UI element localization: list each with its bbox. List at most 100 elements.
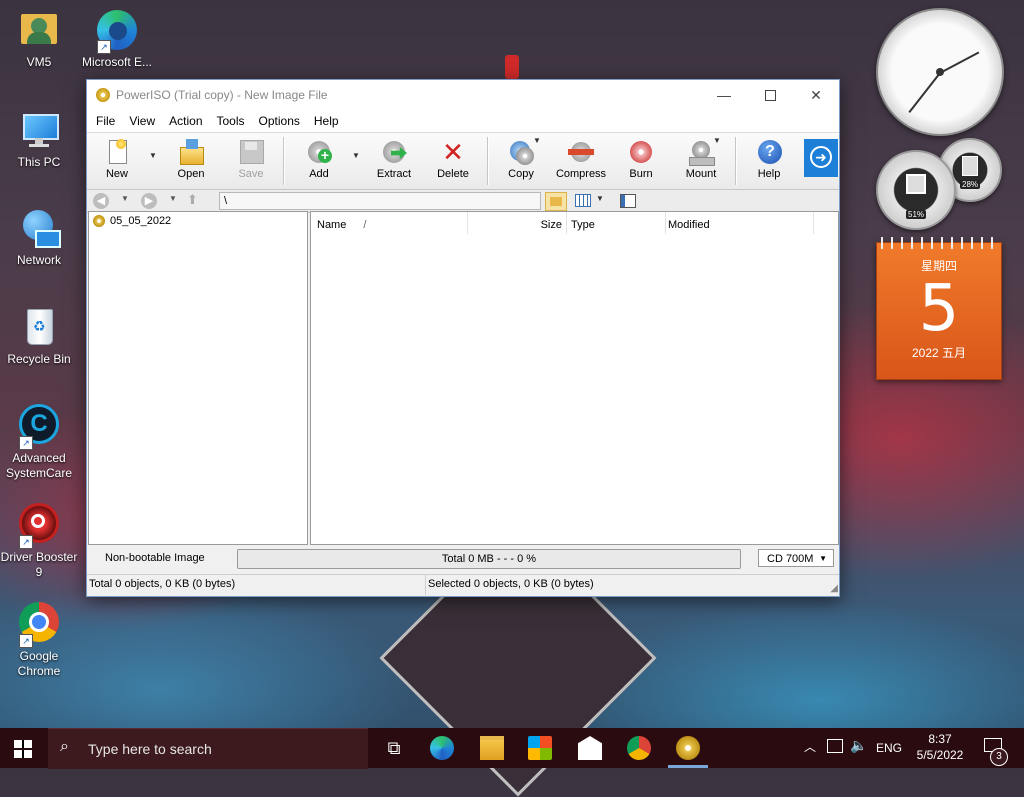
mount-label: Mount: [685, 168, 717, 180]
delete-icon: ✕: [442, 137, 464, 167]
desktop-icon-label: Recycle Bin: [7, 352, 71, 366]
status-divider: [425, 575, 426, 595]
mail-icon[interactable]: [578, 736, 602, 760]
chrome-taskbar-icon[interactable]: [627, 736, 651, 760]
back-dropdown-icon[interactable]: ▼: [121, 194, 129, 203]
view-mode-icon[interactable]: [575, 194, 591, 207]
copy-dropdown-icon[interactable]: ▼: [533, 136, 541, 145]
desktop-icon-this-pc[interactable]: This PC: [0, 108, 78, 170]
edge-taskbar-icon[interactable]: [430, 736, 454, 760]
calendar-rings: [877, 237, 1001, 249]
back-icon[interactable]: ◀: [93, 193, 109, 209]
column-modified[interactable]: Modified: [666, 212, 814, 234]
mount-dropdown-icon[interactable]: ▼: [713, 136, 721, 145]
clock-gadget[interactable]: [876, 8, 1004, 136]
tree-pane[interactable]: 05_05_2022: [88, 211, 308, 545]
menu-file[interactable]: File: [89, 114, 122, 128]
menu-options[interactable]: Options: [252, 114, 307, 128]
delete-button[interactable]: ✕ Delete: [433, 136, 473, 186]
preview-pane-icon[interactable]: [620, 194, 636, 208]
address-path-input[interactable]: \: [219, 192, 541, 210]
open-label: Open: [177, 168, 205, 180]
desktop-icon-label: This PC: [17, 155, 61, 169]
disc-image-icon: [93, 215, 105, 227]
cpu-meter-gadget[interactable]: 51%: [876, 150, 956, 230]
desktop-icon-label: Google Chrome: [17, 649, 61, 678]
new-dropdown-icon[interactable]: ▼: [149, 151, 157, 160]
mount-drive-icon: [688, 139, 715, 166]
save-button[interactable]: Save: [231, 136, 271, 186]
status-bar: Total 0 objects, 0 KB (0 bytes) Selected…: [87, 574, 839, 595]
column-size[interactable]: Size: [468, 212, 567, 234]
media-type-value: CD 700M: [767, 553, 814, 565]
view-mode-dropdown-icon[interactable]: ▼: [596, 194, 604, 203]
close-icon: ✕: [810, 86, 822, 103]
total-objects-status: Total 0 objects, 0 KB (0 bytes): [89, 578, 236, 590]
forward-dropdown-icon[interactable]: ▼: [169, 194, 177, 203]
calendar-gadget[interactable]: 星期四 5 2022 五月: [876, 237, 1002, 380]
sort-indicator: /: [363, 219, 367, 231]
folder-view-toggle[interactable]: [545, 192, 567, 211]
add-button[interactable]: + Add: [299, 136, 339, 186]
file-explorer-icon[interactable]: [480, 736, 504, 760]
extract-button[interactable]: Extract: [373, 136, 415, 186]
desktop-icon-network[interactable]: Network: [0, 206, 78, 268]
forward-icon[interactable]: ▶: [141, 193, 157, 209]
poweriso-taskbar-icon[interactable]: [676, 736, 700, 760]
new-button[interactable]: New: [97, 136, 137, 186]
register-button[interactable]: ➜: [804, 139, 838, 177]
title-bar[interactable]: PowerISO (Trial copy) - New Image File —…: [87, 80, 839, 110]
language-indicator[interactable]: ENG: [876, 741, 902, 755]
shortcut-arrow-icon: ↗: [97, 40, 111, 54]
desktop-icon-driver-booster[interactable]: ↗ Driver Booster 9: [0, 503, 78, 580]
maximize-button[interactable]: [747, 80, 793, 110]
shortcut-arrow-icon: ↗: [19, 634, 33, 648]
open-button[interactable]: Open: [171, 136, 211, 186]
column-name[interactable]: Name /: [311, 212, 468, 234]
toolbar-separator: [283, 137, 285, 185]
calendar-day: 5: [918, 272, 960, 346]
content-panes: 05_05_2022 Name / Size Type Modified: [87, 210, 839, 545]
task-view-icon[interactable]: ⧉: [382, 736, 406, 760]
media-type-select[interactable]: CD 700M ▼: [758, 549, 834, 567]
desktop-icon-chrome[interactable]: ↗ Google Chrome: [0, 602, 78, 679]
close-button[interactable]: ✕: [793, 80, 839, 110]
burn-button[interactable]: Burn: [621, 136, 661, 186]
menu-tools[interactable]: Tools: [210, 114, 252, 128]
add-files-icon: +: [306, 139, 332, 165]
desktop-icon-vm5[interactable]: VM5: [0, 8, 78, 70]
add-dropdown-icon[interactable]: ▼: [352, 151, 360, 160]
toolbar: New ▼ Open Save + Add ▼ Extract ✕ Delete…: [87, 132, 839, 190]
desktop-icon-advanced-systemcare[interactable]: C ↗ Advanced SystemCare: [0, 404, 78, 481]
wallpaper-accent: [505, 55, 519, 79]
system-clock[interactable]: 8:37 5/5/2022: [912, 731, 968, 763]
desktop-icon-edge[interactable]: ↗ Microsoft E...: [78, 8, 156, 70]
save-label: Save: [238, 168, 264, 180]
memory-percent: 28%: [959, 180, 981, 189]
up-folder-icon[interactable]: ⬆: [187, 192, 198, 208]
volume-icon[interactable]: 🔈: [850, 737, 867, 754]
shortcut-arrow-icon: ↗: [19, 535, 33, 549]
desktop-icon-label: VM5: [26, 55, 52, 69]
save-disk-icon: [238, 139, 264, 165]
menu-action[interactable]: Action: [162, 114, 209, 128]
clock-minute-hand: [908, 72, 941, 114]
file-list-pane[interactable]: Name / Size Type Modified: [310, 211, 839, 545]
windows-start-icon[interactable]: [14, 740, 32, 758]
minimize-button[interactable]: —: [701, 80, 747, 110]
copy-disc-icon: [508, 139, 534, 165]
menu-view[interactable]: View: [122, 114, 162, 128]
microsoft-store-icon[interactable]: [528, 736, 552, 760]
menu-help[interactable]: Help: [307, 114, 346, 128]
column-type[interactable]: Type: [567, 212, 666, 234]
chevron-up-icon[interactable]: ︿: [804, 738, 816, 755]
tree-root-item[interactable]: 05_05_2022: [93, 215, 171, 227]
computer-icon: [17, 108, 61, 152]
desktop-icon-recycle-bin[interactable]: ♻ Recycle Bin: [0, 305, 78, 367]
search-box[interactable]: ⌕ Type here to search: [48, 728, 368, 769]
resize-grip-icon[interactable]: ◢: [830, 583, 838, 594]
network-status-icon[interactable]: [827, 739, 843, 753]
shortcut-arrow-icon: ↗: [19, 436, 33, 450]
help-button[interactable]: ? Help: [749, 136, 789, 186]
compress-button[interactable]: Compress: [555, 136, 607, 186]
